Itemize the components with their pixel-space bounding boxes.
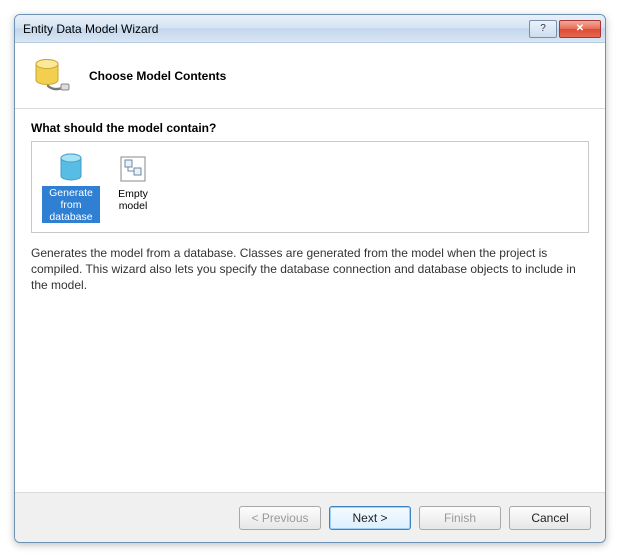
titlebar: Entity Data Model Wizard ? ✕ xyxy=(15,15,605,43)
footer: < Previous Next > Finish Cancel xyxy=(15,492,605,542)
database-icon xyxy=(55,152,87,184)
next-button[interactable]: Next > xyxy=(329,506,411,530)
help-icon: ? xyxy=(540,23,546,34)
finish-button[interactable]: Finish xyxy=(419,506,501,530)
close-icon: ✕ xyxy=(576,23,584,34)
option-description: Generates the model from a database. Cla… xyxy=(31,245,589,294)
option-generate-from-database[interactable]: Generate from database xyxy=(40,150,102,224)
option-label: Empty model xyxy=(104,188,162,212)
option-empty-model[interactable]: Empty model xyxy=(102,150,164,224)
empty-model-icon xyxy=(117,152,149,186)
close-button[interactable]: ✕ xyxy=(559,20,601,38)
wizard-window: Entity Data Model Wizard ? ✕ Choose Mode… xyxy=(14,14,606,543)
titlebar-buttons: ? ✕ xyxy=(527,20,601,38)
options-box: Generate from database Empty model xyxy=(31,141,589,233)
previous-button[interactable]: < Previous xyxy=(239,506,321,530)
content-area: What should the model contain? Generate … xyxy=(15,109,605,492)
header-panel: Choose Model Contents xyxy=(15,43,605,109)
cancel-button[interactable]: Cancel xyxy=(509,506,591,530)
help-button[interactable]: ? xyxy=(529,20,557,38)
header-title: Choose Model Contents xyxy=(89,69,226,83)
window-title: Entity Data Model Wizard xyxy=(23,22,527,36)
option-label: Generate from database xyxy=(42,186,100,223)
database-cable-icon xyxy=(31,56,71,96)
question-label: What should the model contain? xyxy=(31,121,589,135)
